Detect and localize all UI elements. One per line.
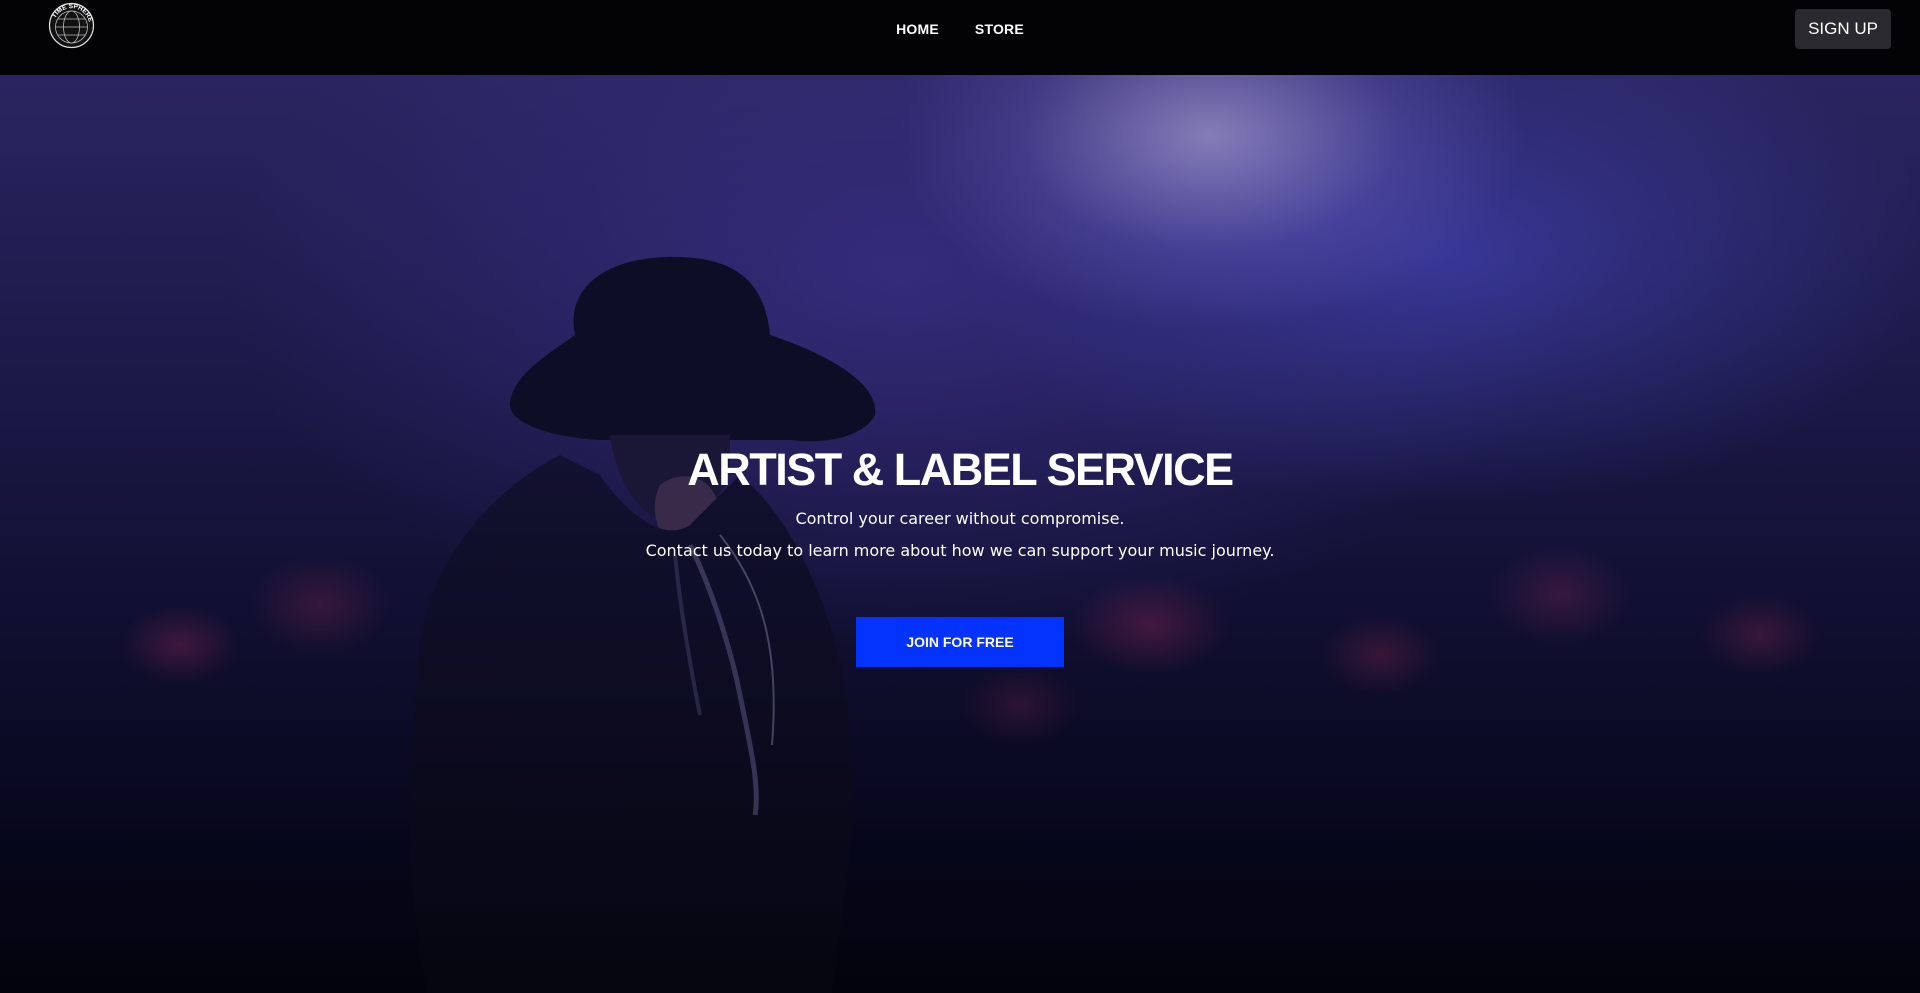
hero-content: ARTIST & LABEL SERVICE Control your care… <box>0 445 1920 667</box>
site-header: TIME SPHERE HOME STORE SIGN UP <box>0 0 1920 75</box>
nav-store-link[interactable]: STORE <box>975 21 1024 37</box>
join-for-free-button[interactable]: JOIN FOR FREE <box>856 616 1064 667</box>
hero-subtitle-line-2: Contact us today to learn more about how… <box>645 540 1275 560</box>
sign-up-button[interactable]: SIGN UP <box>1795 9 1891 49</box>
hero-title: ARTIST & LABEL SERVICE <box>687 444 1234 495</box>
hero-subtitle-line-1: Control your career without compromise. <box>795 508 1125 528</box>
brand-logo[interactable]: TIME SPHERE <box>48 2 95 49</box>
nav-home-link[interactable]: HOME <box>896 21 939 37</box>
globe-logo-icon: TIME SPHERE <box>48 2 95 49</box>
hero-section: ARTIST & LABEL SERVICE Control your care… <box>0 75 1920 993</box>
main-nav: HOME STORE <box>0 0 1920 58</box>
